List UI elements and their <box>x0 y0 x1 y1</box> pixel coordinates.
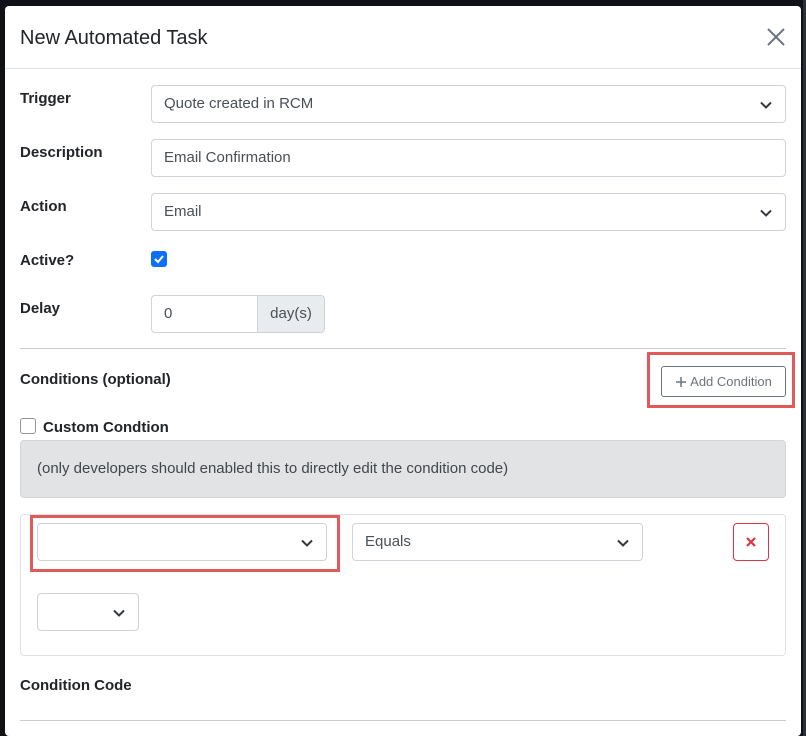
chevron-down-icon <box>301 539 313 547</box>
chevron-down-icon <box>760 101 772 109</box>
add-condition-button[interactable]: Add Condition <box>661 366 786 397</box>
description-input[interactable]: Email Confirmation <box>151 139 786 177</box>
chevron-down-icon <box>760 209 772 217</box>
chevron-down-icon <box>617 539 629 547</box>
action-select[interactable]: Email <box>151 193 786 231</box>
divider <box>20 720 786 721</box>
close-icon <box>767 28 785 46</box>
close-button[interactable] <box>763 24 789 50</box>
action-value: Email <box>164 203 202 220</box>
active-checkbox[interactable] <box>151 251 167 267</box>
trigger-label: Trigger <box>20 90 71 107</box>
conditions-heading: Conditions (optional) <box>20 371 171 388</box>
condition-hint-box: (only developers should enabled this to … <box>20 440 786 498</box>
delay-input[interactable]: 0 <box>151 295 258 333</box>
action-label: Action <box>20 198 67 215</box>
condition-value-select[interactable] <box>37 593 139 631</box>
modal-title: New Automated Task <box>20 27 208 49</box>
divider <box>20 348 786 349</box>
delay-value: 0 <box>164 305 173 322</box>
custom-condition-checkbox[interactable] <box>20 418 36 434</box>
remove-condition-button[interactable] <box>733 523 769 561</box>
condition-code-heading: Condition Code <box>20 677 132 694</box>
plus-icon <box>676 376 687 387</box>
custom-condition-label: Custom Condtion <box>43 419 169 436</box>
description-value: Email Confirmation <box>164 149 291 166</box>
modal-header: New Automated Task <box>5 6 801 69</box>
condition-operator-select[interactable]: Equals <box>352 523 643 561</box>
condition-operator-value: Equals <box>365 533 411 550</box>
active-label: Active? <box>20 252 75 269</box>
delay-label: Delay <box>20 300 61 317</box>
condition-field-select[interactable] <box>37 523 327 561</box>
description-label: Description <box>20 144 103 161</box>
chevron-down-icon <box>113 609 125 617</box>
trigger-value: Quote created in RCM <box>164 95 314 112</box>
trigger-select[interactable]: Quote created in RCM <box>151 85 786 123</box>
delay-unit-addon: day(s) <box>257 295 325 333</box>
check-icon <box>154 255 164 264</box>
x-icon <box>746 537 756 547</box>
new-automated-task-modal: New Automated Task Trigger Quote created… <box>5 6 801 736</box>
add-condition-label: Add Condition <box>690 374 772 389</box>
